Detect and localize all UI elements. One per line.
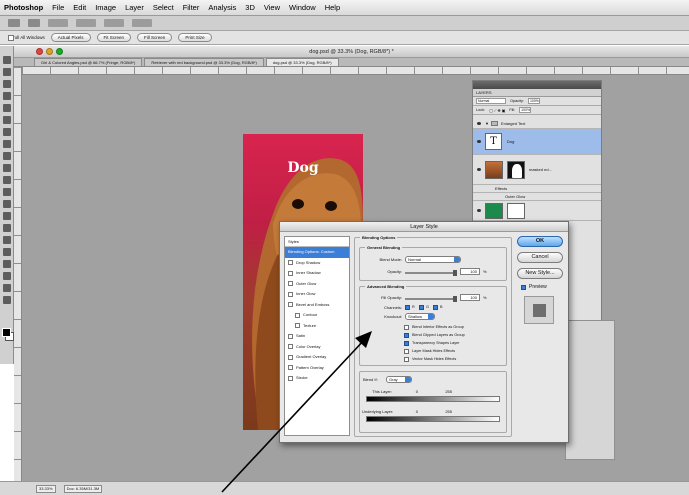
annotation-arrow xyxy=(221,331,372,493)
